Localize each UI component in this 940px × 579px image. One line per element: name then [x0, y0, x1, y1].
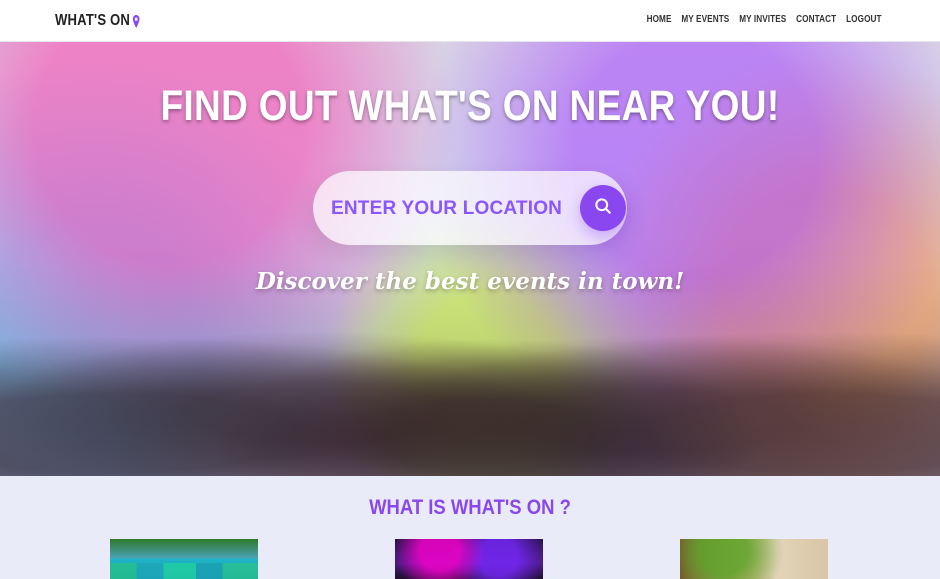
nav-my-events[interactable]: MY EVENTS: [682, 14, 730, 25]
hero-banner: FIND OUT WHAT'S ON NEAR YOU! Discover th…: [0, 42, 940, 476]
location-search: [313, 171, 627, 247]
nav-home[interactable]: HOME: [647, 14, 672, 25]
search-icon: [593, 196, 613, 220]
nav-my-invites[interactable]: MY INVITES: [740, 14, 787, 25]
top-navbar: WHAT'S ON HOME MY EVENTS MY INVITES CONT…: [0, 0, 940, 42]
nav-logout[interactable]: LOGOUT: [846, 14, 882, 25]
nav-links: HOME MY EVENTS MY INVITES CONTACT LOGOUT: [647, 14, 882, 25]
hero-title: FIND OUT WHAT'S ON NEAR YOU!: [160, 82, 780, 130]
feature-image-2: [395, 539, 543, 579]
brand-logo[interactable]: WHAT'S ON: [55, 12, 140, 30]
nav-contact[interactable]: CONTACT: [797, 14, 837, 25]
feature-image-1: [110, 539, 258, 579]
location-search-input[interactable]: [329, 171, 573, 247]
brand-name: WHAT'S ON: [55, 12, 131, 29]
about-title: WHAT IS WHAT'S ON ?: [369, 496, 571, 519]
hero-tagline: Discover the best events in town!: [255, 268, 685, 295]
feature-image-3: [680, 539, 828, 579]
search-button[interactable]: [580, 185, 626, 231]
location-pin-icon: [132, 15, 140, 29]
about-section: WHAT IS WHAT'S ON ?: [0, 476, 940, 579]
